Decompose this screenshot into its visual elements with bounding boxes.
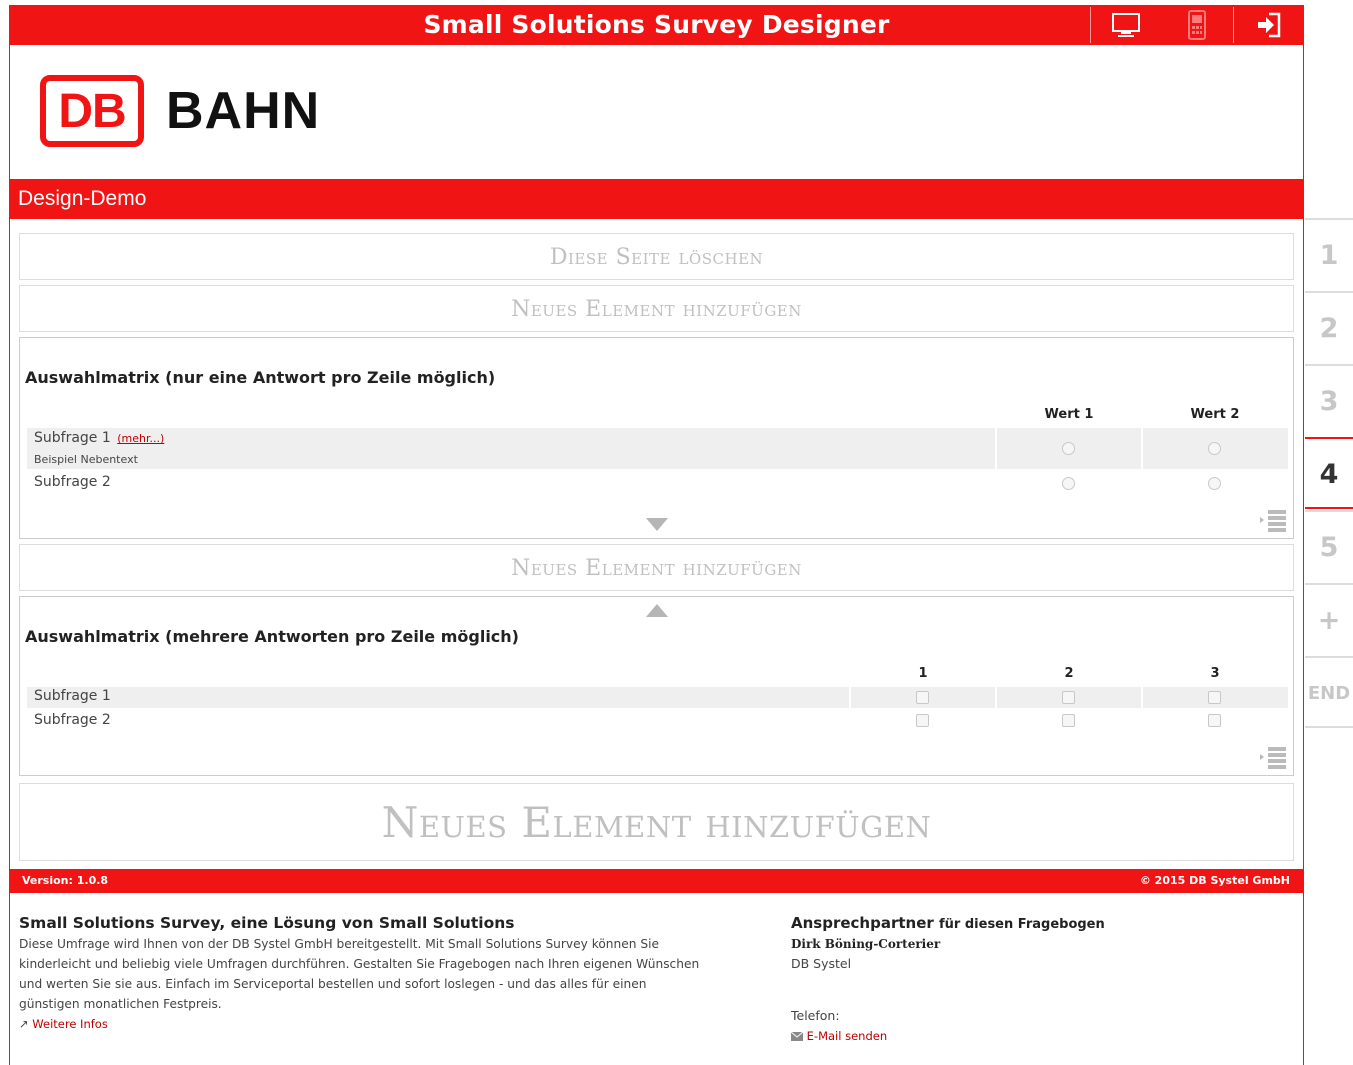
column-header: 1 <box>918 666 928 681</box>
contact-title-suffix: für diesen Fragebogen <box>939 917 1105 932</box>
page-tab-2[interactable]: 2 <box>1305 291 1353 363</box>
more-info-link[interactable]: ↗ Weitere Infos <box>19 1014 709 1034</box>
logout-button[interactable] <box>1234 5 1304 45</box>
survey-name: Design-Demo <box>18 187 147 210</box>
radio-button[interactable] <box>1208 477 1221 490</box>
about-section: Small Solutions Survey, eine Lösung von … <box>19 914 709 1034</box>
logo-text: BAHN <box>166 82 321 140</box>
matrix-question-multiple[interactable]: Auswahlmatrix (mehrere Antworten pro Zei… <box>19 596 1294 776</box>
row-label: Subfrage 2 <box>34 712 111 728</box>
row-label: Subfrage 2 <box>34 474 111 490</box>
envelope-icon <box>790 1031 804 1041</box>
copyright: © 2015 DB Systel GmbH <box>1139 874 1290 887</box>
page-tab-4[interactable]: 4 <box>1305 437 1353 509</box>
row-subtext: Beispiel Nebentext <box>34 453 138 466</box>
page-tab-3[interactable]: 3 <box>1305 364 1353 436</box>
question-title: Auswahlmatrix (nur eine Antwort pro Zeil… <box>25 368 496 387</box>
survey-name-bar: Design-Demo <box>9 179 1304 219</box>
column-header: 3 <box>1210 666 1220 681</box>
footer-bar: Version: 1.0.8 © 2015 DB Systel GmbH <box>9 869 1304 893</box>
column-header: Wert 1 <box>1044 407 1094 422</box>
question-title: Auswahlmatrix (mehrere Antworten pro Zei… <box>25 627 519 646</box>
checkbox[interactable] <box>1208 691 1221 704</box>
checkbox[interactable] <box>1062 714 1075 727</box>
logout-icon <box>1258 12 1281 38</box>
about-text: Diese Umfrage wird Ihnen von der DB Syst… <box>19 937 700 1011</box>
element-menu-icon[interactable] <box>1258 508 1288 534</box>
row-label: Subfrage 1 <box>34 688 111 704</box>
row-label: Subfrage 1 <box>34 430 111 446</box>
radio-button[interactable] <box>1208 442 1221 455</box>
matrix-row: Subfrage 2 <box>27 710 1288 732</box>
phone-label: Telefon: <box>791 1008 840 1023</box>
logo: DB BAHN <box>40 75 320 147</box>
db-logo-mark: DB <box>40 75 144 147</box>
checkbox[interactable] <box>1208 714 1221 727</box>
element-menu-icon[interactable] <box>1258 745 1288 771</box>
contact-title: Ansprechpartner <box>791 914 934 932</box>
matrix-row: Subfrage 1 <box>27 687 1288 708</box>
mobile-view-button[interactable] <box>1162 5 1232 45</box>
page-tab-1[interactable]: 1 <box>1305 218 1353 290</box>
contact-section: Ansprechpartner für diesen Fragebogen Di… <box>790 914 1191 1046</box>
radio-button[interactable] <box>1062 442 1075 455</box>
email-link[interactable]: E-Mail senden <box>790 1026 1191 1046</box>
add-page-button[interactable]: + <box>1305 583 1353 655</box>
contact-name: Dirk Böning-Corterier <box>791 937 941 951</box>
move-down-icon[interactable] <box>646 518 668 532</box>
more-link[interactable]: (mehr...) <box>117 432 164 445</box>
column-header: 2 <box>1064 666 1074 681</box>
checkbox[interactable] <box>916 691 929 704</box>
contact-org: DB Systel <box>791 956 852 971</box>
move-up-icon[interactable] <box>646 604 668 618</box>
checkbox[interactable] <box>916 714 929 727</box>
matrix-question-single[interactable]: Auswahlmatrix (nur eine Antwort pro Zeil… <box>19 337 1294 539</box>
external-link-icon: ↗ <box>19 1017 29 1031</box>
radio-button[interactable] <box>1062 477 1075 490</box>
column-header: Wert 2 <box>1190 407 1240 422</box>
checkbox[interactable] <box>1062 691 1075 704</box>
add-element-button[interactable]: Neues Element hinzufügen <box>19 544 1294 591</box>
desktop-view-button[interactable] <box>1091 5 1161 45</box>
mobile-icon <box>1188 10 1206 40</box>
version-label: Version: 1.0.8 <box>22 874 109 887</box>
page-tab-5[interactable]: 5 <box>1305 510 1353 582</box>
delete-page-button[interactable]: Diese Seite löschen <box>19 233 1294 280</box>
about-title: Small Solutions Survey, eine Lösung von … <box>19 914 515 932</box>
page-tab-end[interactable]: END <box>1305 656 1353 728</box>
add-element-button[interactable]: Neues Element hinzufügen <box>19 285 1294 332</box>
desktop-icon <box>1112 13 1140 37</box>
matrix-row: Subfrage 1 (mehr...) Beispiel Nebentext <box>27 428 1288 469</box>
matrix-row: Subfrage 2 <box>27 471 1288 495</box>
top-bar: Small Solutions Survey Designer <box>9 5 1304 45</box>
add-element-button-large[interactable]: Neues Element hinzufügen <box>19 783 1294 861</box>
